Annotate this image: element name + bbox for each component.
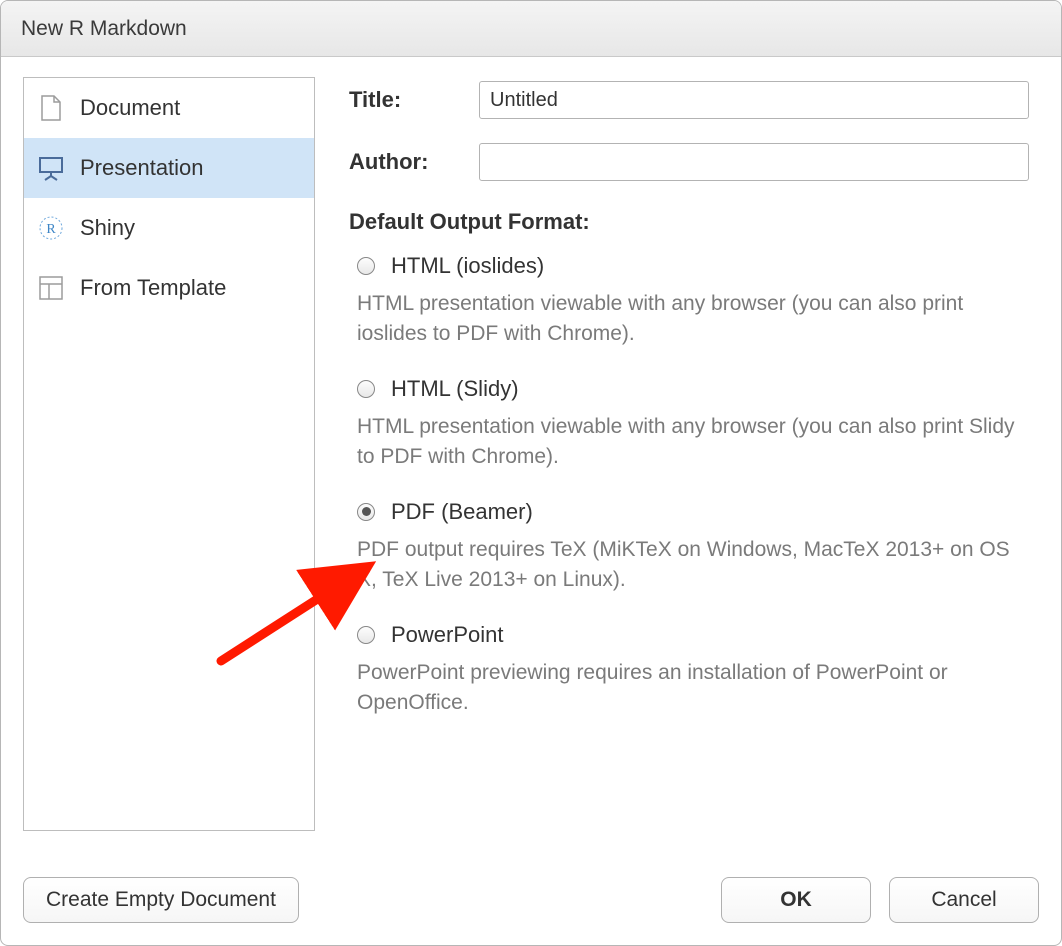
option-label: HTML (ioslides) (391, 253, 544, 279)
create-empty-document-button[interactable]: Create Empty Document (23, 877, 299, 923)
radio-icon[interactable] (357, 380, 375, 398)
output-format-heading: Default Output Format: (349, 209, 1029, 235)
sidebar-item-label: Document (80, 95, 180, 121)
sidebar-item-from-template[interactable]: From Template (24, 258, 314, 318)
option-description: PDF output requires TeX (MiKTeX on Windo… (357, 535, 1029, 596)
dialog-footer: Create Empty Document OK Cancel (1, 857, 1061, 945)
option-html-slidy[interactable]: HTML (Slidy) HTML presentation viewable … (349, 376, 1029, 499)
presentation-icon (38, 155, 64, 181)
sidebar-item-label: From Template (80, 275, 226, 301)
sidebar: Document Presentation R (23, 77, 315, 831)
sidebar-item-label: Presentation (80, 155, 204, 181)
radio-icon[interactable] (357, 626, 375, 644)
option-description: PowerPoint previewing requires an instal… (357, 658, 1029, 719)
option-powerpoint[interactable]: PowerPoint PowerPoint previewing require… (349, 622, 1029, 745)
option-pdf-beamer[interactable]: PDF (Beamer) PDF output requires TeX (Mi… (349, 499, 1029, 622)
option-html-ioslides[interactable]: HTML (ioslides) HTML presentation viewab… (349, 253, 1029, 376)
main-panel: Title: Author: Default Output Format: HT… (315, 77, 1039, 831)
title-field[interactable] (479, 81, 1029, 119)
ok-button[interactable]: OK (721, 877, 871, 923)
document-icon (38, 95, 64, 121)
author-field[interactable] (479, 143, 1029, 181)
option-description: HTML presentation viewable with any brow… (357, 289, 1029, 350)
sidebar-item-label: Shiny (80, 215, 135, 241)
author-label: Author: (349, 149, 479, 175)
cancel-button[interactable]: Cancel (889, 877, 1039, 923)
dialog-body: Document Presentation R (1, 57, 1061, 831)
title-label: Title: (349, 87, 479, 113)
option-label: PowerPoint (391, 622, 504, 648)
radio-icon[interactable] (357, 503, 375, 521)
option-description: HTML presentation viewable with any brow… (357, 412, 1029, 473)
shiny-icon: R (38, 215, 64, 241)
sidebar-item-shiny[interactable]: R Shiny (24, 198, 314, 258)
option-label: HTML (Slidy) (391, 376, 519, 402)
dialog-title: New R Markdown (1, 1, 1061, 57)
template-icon (38, 275, 64, 301)
form-row-title: Title: (349, 81, 1029, 119)
dialog-new-r-markdown: New R Markdown Document (0, 0, 1062, 946)
sidebar-item-presentation[interactable]: Presentation (24, 138, 314, 198)
form-row-author: Author: (349, 143, 1029, 181)
radio-icon[interactable] (357, 257, 375, 275)
sidebar-item-document[interactable]: Document (24, 78, 314, 138)
svg-text:R: R (46, 222, 56, 237)
option-label: PDF (Beamer) (391, 499, 533, 525)
